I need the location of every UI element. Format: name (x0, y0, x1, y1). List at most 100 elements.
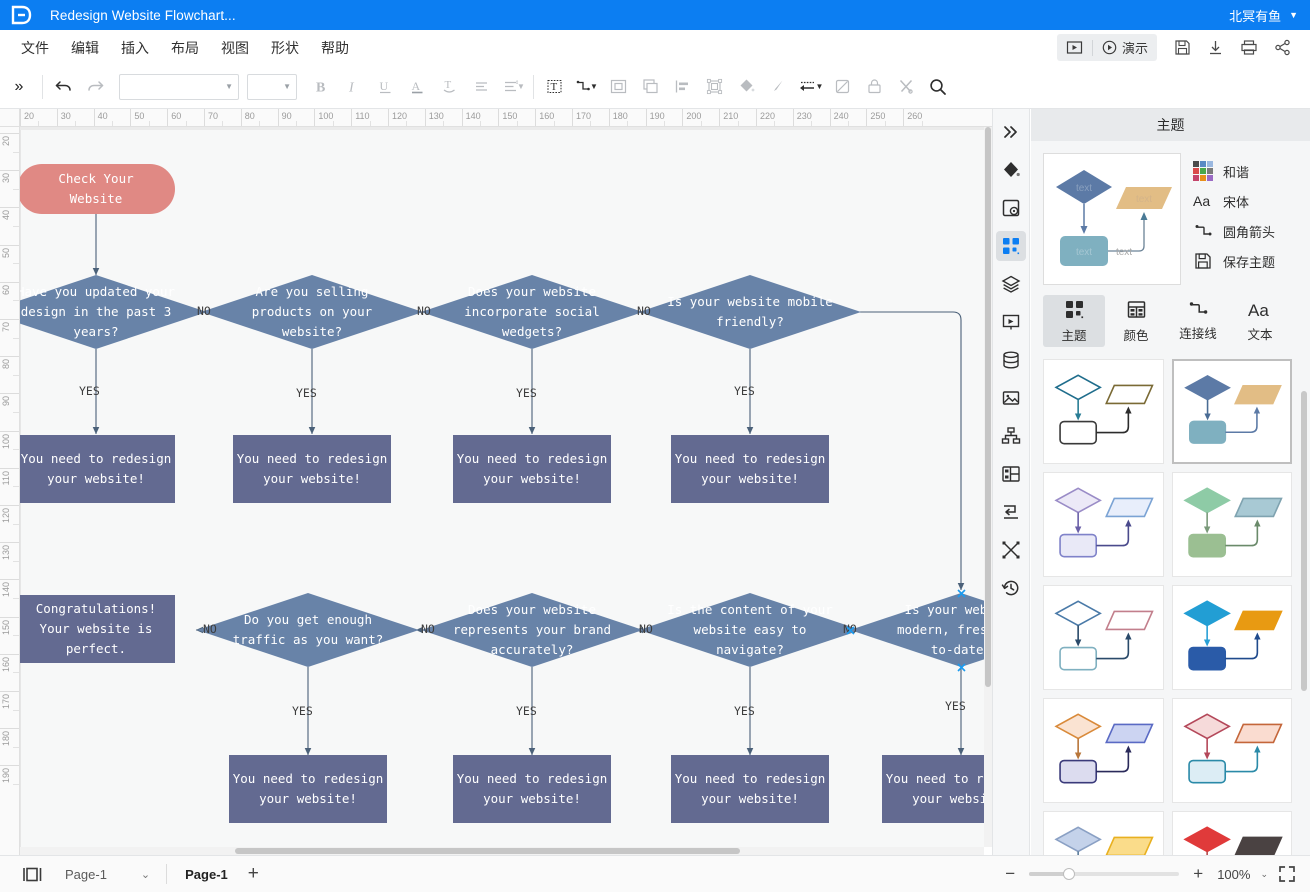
rail-table-button[interactable] (996, 459, 1026, 489)
canvas-viewport[interactable]: Check Your Website Have you updated your… (20, 127, 984, 855)
theme-thumbnail-7[interactable] (1043, 698, 1164, 803)
theme-prop-save[interactable]: 保存主题 (1193, 251, 1275, 271)
canvas-area[interactable]: 20 30 40 50 60 70 80 90 100 110 120 130 140 150 160 170… (0, 109, 992, 855)
tab-connector[interactable]: 连接线 (1167, 295, 1229, 347)
redo-button[interactable] (79, 72, 111, 102)
menu-shape[interactable]: 形状 (260, 33, 310, 63)
font-size-select[interactable]: ▼ (247, 73, 297, 100)
lock-button[interactable] (858, 72, 890, 102)
mask-button[interactable] (826, 72, 858, 102)
tab-color[interactable]: 颜色 (1105, 295, 1167, 347)
selection-handle-bottom[interactable] (957, 663, 966, 672)
share-button[interactable] (1267, 35, 1298, 60)
tab-text[interactable]: Aa 文本 (1229, 295, 1291, 347)
present-button[interactable]: 演示 (1093, 34, 1157, 61)
menu-edit[interactable]: 编辑 (60, 33, 110, 63)
flow-node-result-2[interactable]: You need to redesign your website! (233, 435, 391, 503)
rail-expand-button[interactable] (996, 117, 1026, 147)
align-button[interactable] (465, 72, 497, 102)
text-decoration-button[interactable]: T (433, 72, 465, 102)
diagram-page[interactable]: Check Your Website Have you updated your… (20, 130, 984, 855)
canvas-vertical-scrollbar[interactable] (984, 127, 992, 847)
theme-prop-connector[interactable]: 圆角箭头 (1193, 221, 1275, 241)
menu-insert[interactable]: 插入 (110, 33, 160, 63)
arrow-style-button[interactable]: ▼ (794, 72, 826, 102)
canvas-horizontal-scrollbar[interactable] (20, 847, 984, 855)
align-left-button[interactable] (666, 72, 698, 102)
theme-prop-color[interactable]: 和谐 (1193, 161, 1275, 181)
slideshow-button[interactable] (1057, 35, 1092, 60)
page-select[interactable]: Page-1 ⌄ (57, 863, 158, 886)
font-family-select[interactable]: ▼ (119, 73, 239, 100)
page-tab-page-1[interactable]: Page-1 (175, 863, 238, 886)
flow-node-decision-5[interactable]: Do you get enough traffic as you want? (197, 593, 419, 667)
theme-thumbnail-2[interactable] (1171, 359, 1292, 464)
flow-node-decision-4[interactable]: Is your website mobile friendly? (639, 275, 861, 349)
group-button[interactable] (602, 72, 634, 102)
search-button[interactable] (922, 72, 954, 102)
rail-theme-button[interactable] (996, 231, 1026, 261)
bold-button[interactable]: B (305, 72, 337, 102)
rail-insert-shape-button[interactable] (996, 193, 1026, 223)
flow-node-decision-8[interactable]: Is your website modern, fresh, up to-dat… (850, 593, 984, 667)
italic-button[interactable]: I (337, 72, 369, 102)
tab-theme[interactable]: 主题 (1043, 295, 1105, 347)
font-color-button[interactable]: A (401, 72, 433, 102)
fill-button[interactable] (730, 72, 762, 102)
flow-node-result-8[interactable]: You need to redesign your website! (882, 755, 984, 823)
download-button[interactable] (1200, 35, 1231, 60)
rail-flow-step-button[interactable] (996, 497, 1026, 527)
page-view-button[interactable] (14, 862, 51, 887)
theme-thumbnail-4[interactable] (1171, 472, 1292, 577)
theme-thumbnail-8[interactable] (1171, 698, 1292, 803)
chevron-down-icon[interactable]: ⌄ (1260, 869, 1268, 880)
rail-fill-button[interactable] (996, 155, 1026, 185)
zoom-slider-knob[interactable] (1063, 868, 1076, 880)
undo-button[interactable] (47, 72, 79, 102)
rail-org-chart-button[interactable] (996, 421, 1026, 451)
user-name[interactable]: 北冥有鱼 (1229, 6, 1281, 25)
toolbar-expand-button[interactable]: » (0, 78, 38, 96)
panel-scrollbar-thumb[interactable] (1301, 391, 1307, 691)
line-spacing-button[interactable]: ⇕ ▼ (497, 72, 529, 102)
flow-node-decision-2[interactable]: Are you selling products on your website… (201, 275, 423, 349)
flow-node-result-6[interactable]: You need to redesign your website! (453, 755, 611, 823)
theme-prop-font[interactable]: Aa 宋体 (1193, 191, 1275, 211)
theme-thumbnail-5[interactable] (1043, 585, 1164, 690)
theme-thumbnail-3[interactable] (1043, 472, 1164, 577)
horizontal-ruler[interactable]: 20 30 40 50 60 70 80 90 100 110 120 130 140 150 160 170… (20, 109, 992, 127)
rail-scatter-button[interactable] (996, 535, 1026, 565)
text-box-button[interactable]: T (538, 72, 570, 102)
theme-thumbnail-1[interactable] (1043, 359, 1164, 464)
select-all-button[interactable] (698, 72, 730, 102)
menu-help[interactable]: 帮助 (310, 33, 360, 63)
theme-preview[interactable]: text text text text (1043, 153, 1181, 285)
flow-node-congrats[interactable]: Congratulations! Your website is perfect… (20, 595, 175, 663)
scrollbar-thumb[interactable] (235, 848, 740, 854)
rail-layers-button[interactable] (996, 269, 1026, 299)
save-button[interactable] (1167, 35, 1198, 60)
selection-handle-top[interactable] (957, 589, 966, 598)
flow-node-result-1[interactable]: You need to redesign your website! (20, 435, 175, 503)
rail-history-button[interactable] (996, 573, 1026, 603)
scrollbar-thumb[interactable] (985, 127, 991, 687)
flow-node-decision-3[interactable]: Does your website incorporate social wed… (421, 275, 643, 349)
rail-image-button[interactable] (996, 383, 1026, 413)
zoom-in-button[interactable]: + (1189, 864, 1207, 884)
selection-handle-left[interactable] (846, 626, 855, 635)
flow-node-result-7[interactable]: You need to redesign your website! (671, 755, 829, 823)
print-button[interactable] (1233, 35, 1265, 60)
add-page-button[interactable]: + (238, 863, 269, 885)
vertical-ruler[interactable]: 20 30 40 50 60 70 80 90 100 110 120 130 140 150 160 170… (0, 127, 20, 855)
flow-node-decision-1[interactable]: Have you updated your design in the past… (20, 275, 207, 349)
theme-thumbnail-10[interactable] (1171, 811, 1292, 855)
zoom-slider[interactable] (1029, 868, 1180, 880)
brush-button[interactable] (762, 72, 794, 102)
fit-screen-button[interactable] (1278, 865, 1296, 883)
menu-view[interactable]: 视图 (210, 33, 260, 63)
menu-file[interactable]: 文件 (10, 33, 60, 63)
connector-button[interactable]: ▼ (570, 72, 602, 102)
flow-node-start[interactable]: Check Your Website (20, 164, 175, 214)
zoom-out-button[interactable]: − (1001, 864, 1019, 884)
chevron-down-icon[interactable]: ▼ (1289, 10, 1298, 20)
